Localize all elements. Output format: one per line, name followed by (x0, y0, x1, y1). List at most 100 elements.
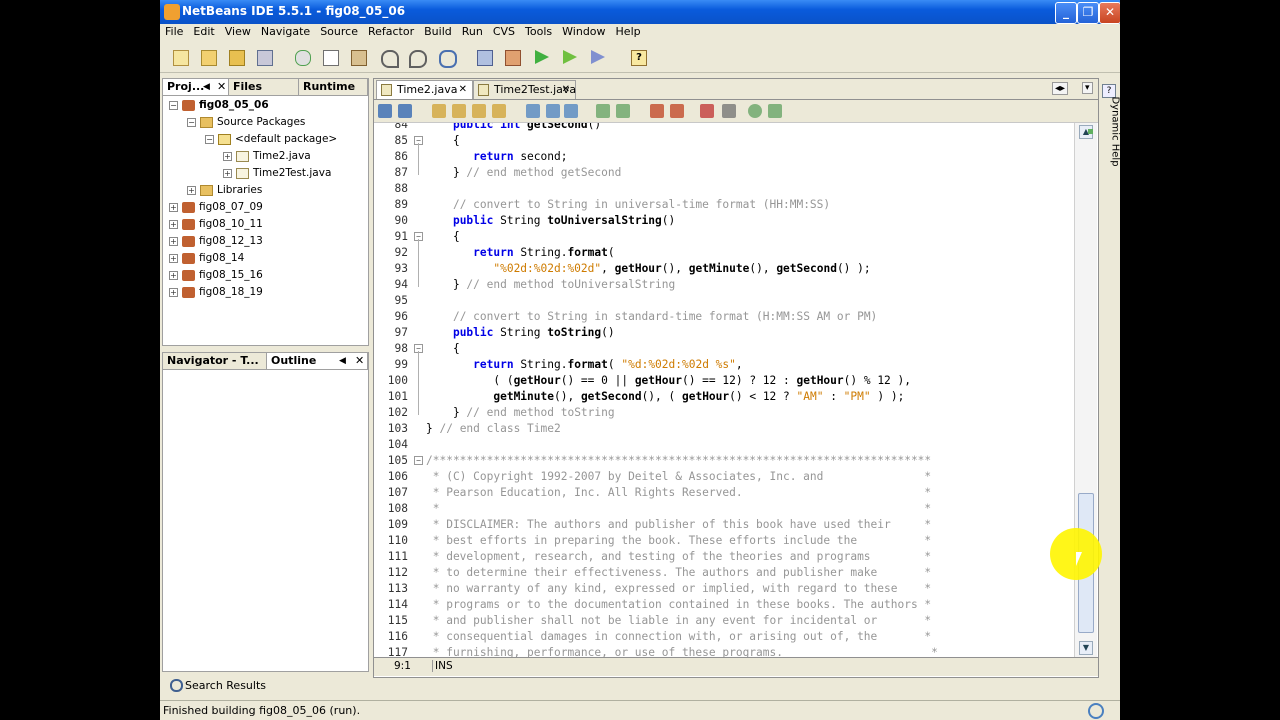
menu-source[interactable]: Source (315, 24, 363, 38)
help-icon[interactable]: ? (628, 47, 648, 67)
tree-item[interactable]: + fig08_15_16 (169, 267, 263, 283)
tab-outline[interactable]: Outline ◀ ✕ (267, 353, 368, 369)
tree-item[interactable]: + fig08_14 (169, 250, 244, 266)
title-bar[interactable]: NetBeans IDE 5.5.1 - fig08_05_06 _ ❐ ✕ (160, 0, 1120, 24)
expand-icon[interactable]: + (187, 185, 196, 195)
menu-build[interactable]: Build (419, 24, 457, 38)
toggle-bookmark-icon[interactable] (564, 104, 578, 118)
tab-time2-java[interactable]: Time2.java ✕ (376, 80, 473, 99)
save-all-button[interactable] (254, 47, 274, 67)
line-number: 103 (387, 422, 408, 435)
new-file-button[interactable] (170, 47, 190, 67)
find-selection-icon[interactable] (452, 104, 466, 118)
expand-icon[interactable]: + (169, 202, 178, 212)
toggle-breakpoint-icon[interactable] (748, 104, 762, 118)
dynamic-help-panel[interactable]: ? Dynamic Help (1100, 80, 1120, 180)
stop-macro-icon[interactable] (670, 104, 684, 118)
menu-run[interactable]: Run (457, 24, 488, 38)
tree-item[interactable]: + fig08_07_09 (169, 199, 263, 215)
clean-build-icon[interactable] (502, 47, 522, 67)
tab-files[interactable]: Files (229, 79, 299, 95)
find-previous-icon[interactable] (432, 104, 446, 118)
code-line: 111 * development, research, and testing… (374, 549, 1074, 565)
expand-icon[interactable]: + (169, 270, 178, 280)
tree-item[interactable]: − Source Packages (187, 114, 305, 130)
menu-refactor[interactable]: Refactor (363, 24, 419, 38)
minimize-pane-icon[interactable]: ◀ (339, 353, 346, 369)
stop-icon[interactable] (768, 104, 782, 118)
menu-tools[interactable]: Tools (520, 24, 557, 38)
tab-navigator[interactable]: Navigator - T... (163, 353, 267, 369)
status-bar: Finished building fig08_05_06 (run). (160, 700, 1120, 720)
collapse-icon[interactable]: − (187, 117, 196, 127)
tree-item[interactable]: + fig08_18_19 (169, 284, 263, 300)
next-bookmark-icon[interactable] (546, 104, 560, 118)
expand-icon[interactable]: + (169, 219, 178, 229)
search-results-tab[interactable]: Search Results (185, 679, 266, 692)
tab-projects[interactable]: Proj... ◀ ✕ (163, 79, 229, 95)
menu-file[interactable]: File (160, 24, 188, 38)
debug-main-project-icon[interactable] (560, 47, 580, 67)
code-line: 116 * consequential damages in connectio… (374, 629, 1074, 645)
tree-item[interactable]: + Time2.java (223, 148, 311, 164)
paste-icon[interactable] (348, 47, 368, 67)
code-area[interactable]: 84 public int getSecond() 85− {86 return … (374, 123, 1074, 657)
menu-view[interactable]: View (220, 24, 256, 38)
open-project-button[interactable] (226, 47, 246, 67)
expand-icon[interactable]: + (169, 287, 178, 297)
build-main-project-icon[interactable] (474, 47, 494, 67)
scroll-down-icon[interactable]: ▼ (1079, 641, 1093, 655)
close-tab-icon[interactable]: ✕ (355, 353, 364, 369)
menu-window[interactable]: Window (557, 24, 610, 38)
copy-icon[interactable] (320, 47, 340, 67)
menu-cvs[interactable]: CVS (488, 24, 520, 38)
comment-icon[interactable] (700, 104, 714, 118)
new-project-button[interactable] (198, 47, 218, 67)
find-next-icon[interactable] (472, 104, 486, 118)
start-macro-icon[interactable] (650, 104, 664, 118)
expand-icon[interactable]: + (223, 168, 232, 178)
toggle-highlight-icon[interactable] (492, 104, 506, 118)
uncomment-icon[interactable] (722, 104, 736, 118)
tree-item[interactable]: − fig08_05_06 (169, 97, 269, 113)
scroll-tabs-icon[interactable]: ◂▸ (1052, 82, 1069, 95)
expand-icon[interactable]: + (169, 236, 178, 246)
cut-icon[interactable] (292, 47, 312, 67)
tree-item[interactable]: + Libraries (187, 182, 262, 198)
find-icon[interactable] (436, 47, 457, 68)
minimize-button[interactable]: _ (1055, 2, 1077, 24)
minimize-pane-icon[interactable]: ◀ (203, 79, 210, 95)
back-icon[interactable] (378, 104, 392, 118)
tree-item[interactable]: − <default package> (205, 131, 337, 147)
collapse-icon[interactable]: − (169, 100, 178, 110)
tab-runtime[interactable]: Runtime (299, 79, 368, 95)
code-line: 84 public int getSecond() (374, 123, 1074, 133)
menu-navigate[interactable]: Navigate (256, 24, 315, 38)
redo-icon[interactable] (406, 47, 427, 68)
maximize-button[interactable]: ❐ (1077, 2, 1099, 24)
profile-main-project-icon[interactable] (588, 47, 608, 67)
code-fold-icon[interactable]: − (414, 456, 423, 465)
forward-icon[interactable] (398, 104, 412, 118)
close-button[interactable]: ✕ (1099, 2, 1120, 24)
expand-icon[interactable]: + (223, 151, 232, 161)
undo-icon[interactable] (378, 47, 399, 68)
gc-memory-icon[interactable] (1088, 703, 1104, 719)
tab-time2test-java[interactable]: Time2Test.java ✕ (473, 80, 576, 99)
expand-icon[interactable]: + (169, 253, 178, 263)
previous-bookmark-icon[interactable] (526, 104, 540, 118)
close-tab-icon[interactable]: ✕ (562, 81, 570, 99)
menu-help[interactable]: Help (611, 24, 646, 38)
shift-right-icon[interactable] (616, 104, 630, 118)
show-opened-documents-icon[interactable]: ▾ (1082, 82, 1093, 94)
run-main-project-icon[interactable] (532, 47, 552, 67)
shift-left-icon[interactable] (596, 104, 610, 118)
menu-edit[interactable]: Edit (188, 24, 219, 38)
tree-item[interactable]: + fig08_12_13 (169, 233, 263, 249)
close-tab-icon[interactable]: ✕ (217, 79, 226, 95)
code-token: () ); (836, 262, 871, 275)
collapse-icon[interactable]: − (205, 134, 214, 144)
tree-item[interactable]: + Time2Test.java (223, 165, 331, 181)
close-tab-icon[interactable]: ✕ (459, 81, 467, 99)
tree-item[interactable]: + fig08_10_11 (169, 216, 263, 232)
